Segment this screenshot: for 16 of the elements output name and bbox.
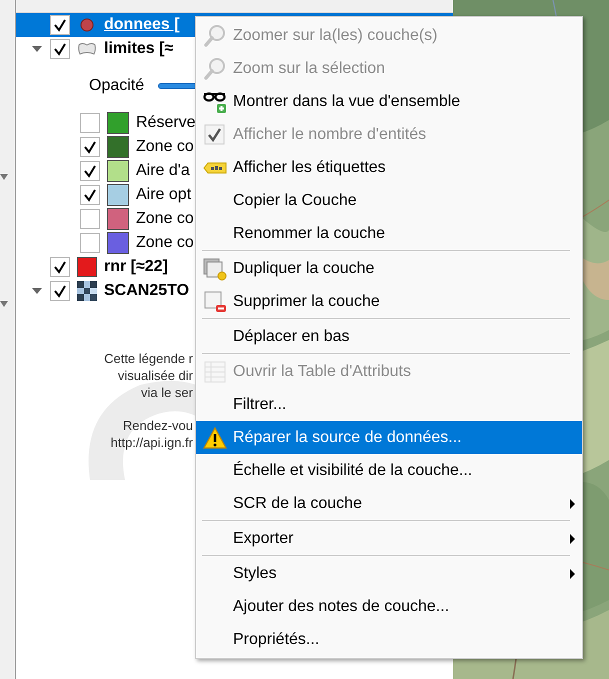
legend-class-label: Aire d'a [136,162,190,180]
legend-text: visualisée dir [116,367,193,384]
legend-class-label: Aire opt [136,186,192,204]
legend-class-label: Zone co [136,138,194,156]
legend-text: http://api.ign.fr [110,434,193,451]
opacity-label: Opacité [89,77,144,95]
legend-class-label: Zone co [136,210,194,228]
legend-text: Rendez-vou [122,417,193,434]
legend-class-label: Réserve [136,114,196,132]
legend-text: via le ser [140,384,193,401]
layer-name: SCAN25TO [104,282,190,300]
layer-name: limites [≈ [104,40,174,58]
legend-text: Cette légende r [103,350,193,367]
layer-name: donnees [ [104,16,180,34]
layer-name: rnr [≈22] [104,258,168,276]
legend-class-label: Zone co [136,234,194,252]
